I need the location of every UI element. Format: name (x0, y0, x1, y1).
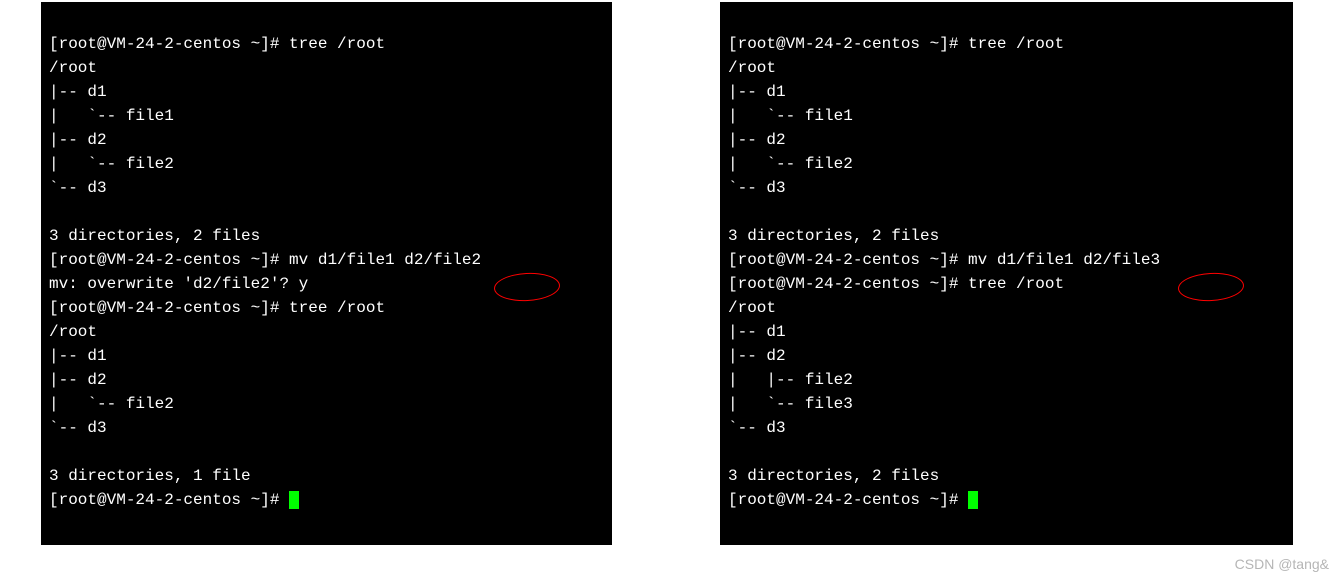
terminal-line: mv: overwrite 'd2/file2'? y (49, 275, 308, 293)
terminal-line: |-- d1 (728, 83, 786, 101)
terminal-line: /root (728, 59, 776, 77)
terminal-line: [root@VM-24-2-centos ~]# tree /root (49, 299, 385, 317)
terminal-line: | `-- file1 (728, 107, 853, 125)
terminal-line: |-- d1 (728, 323, 786, 341)
terminal-line: | `-- file3 (728, 395, 853, 413)
terminal-line: |-- d2 (49, 131, 107, 149)
terminal-line: 3 directories, 2 files (728, 467, 939, 485)
terminal-line: /root (49, 59, 97, 77)
cursor-icon (289, 491, 299, 509)
terminal-line: | `-- file1 (49, 107, 174, 125)
terminal-line: 3 directories, 2 files (49, 227, 260, 245)
terminal-line: [root@VM-24-2-centos ~]# mv d1/file1 d2/… (49, 251, 481, 269)
terminal-line: `-- d3 (728, 419, 786, 437)
terminal-line: |-- d2 (49, 371, 107, 389)
terminal-line: [root@VM-24-2-centos ~]# tree /root (49, 35, 385, 53)
terminal-line: | `-- file2 (49, 155, 174, 173)
terminal-line: 3 directories, 2 files (728, 227, 939, 245)
terminal-line: [root@VM-24-2-centos ~]# tree /root (728, 35, 1064, 53)
terminal-line: | `-- file2 (49, 395, 174, 413)
terminal-line: |-- d2 (728, 131, 786, 149)
terminal-line: | |-- file2 (728, 371, 853, 389)
terminal-line: |-- d1 (49, 347, 107, 365)
terminal-line: `-- d3 (728, 179, 786, 197)
terminal-prompt[interactable]: [root@VM-24-2-centos ~]# (49, 491, 289, 509)
terminal-right[interactable]: [root@VM-24-2-centos ~]# tree /root /roo… (720, 2, 1293, 545)
terminal-line: |-- d1 (49, 83, 107, 101)
watermark: CSDN @tang& (1235, 554, 1329, 575)
terminal-prompt[interactable]: [root@VM-24-2-centos ~]# (728, 491, 968, 509)
terminal-line: /root (728, 299, 776, 317)
terminal-left[interactable]: [root@VM-24-2-centos ~]# tree /root /roo… (41, 2, 612, 545)
terminal-line: 3 directories, 1 file (49, 467, 251, 485)
terminal-line: [root@VM-24-2-centos ~]# tree /root (728, 275, 1064, 293)
terminal-line: /root (49, 323, 97, 341)
terminal-line: [root@VM-24-2-centos ~]# mv d1/file1 d2/… (728, 251, 1160, 269)
terminal-line: |-- d2 (728, 347, 786, 365)
terminal-line: `-- d3 (49, 419, 107, 437)
cursor-icon (968, 491, 978, 509)
terminal-line: `-- d3 (49, 179, 107, 197)
terminal-line: | `-- file2 (728, 155, 853, 173)
